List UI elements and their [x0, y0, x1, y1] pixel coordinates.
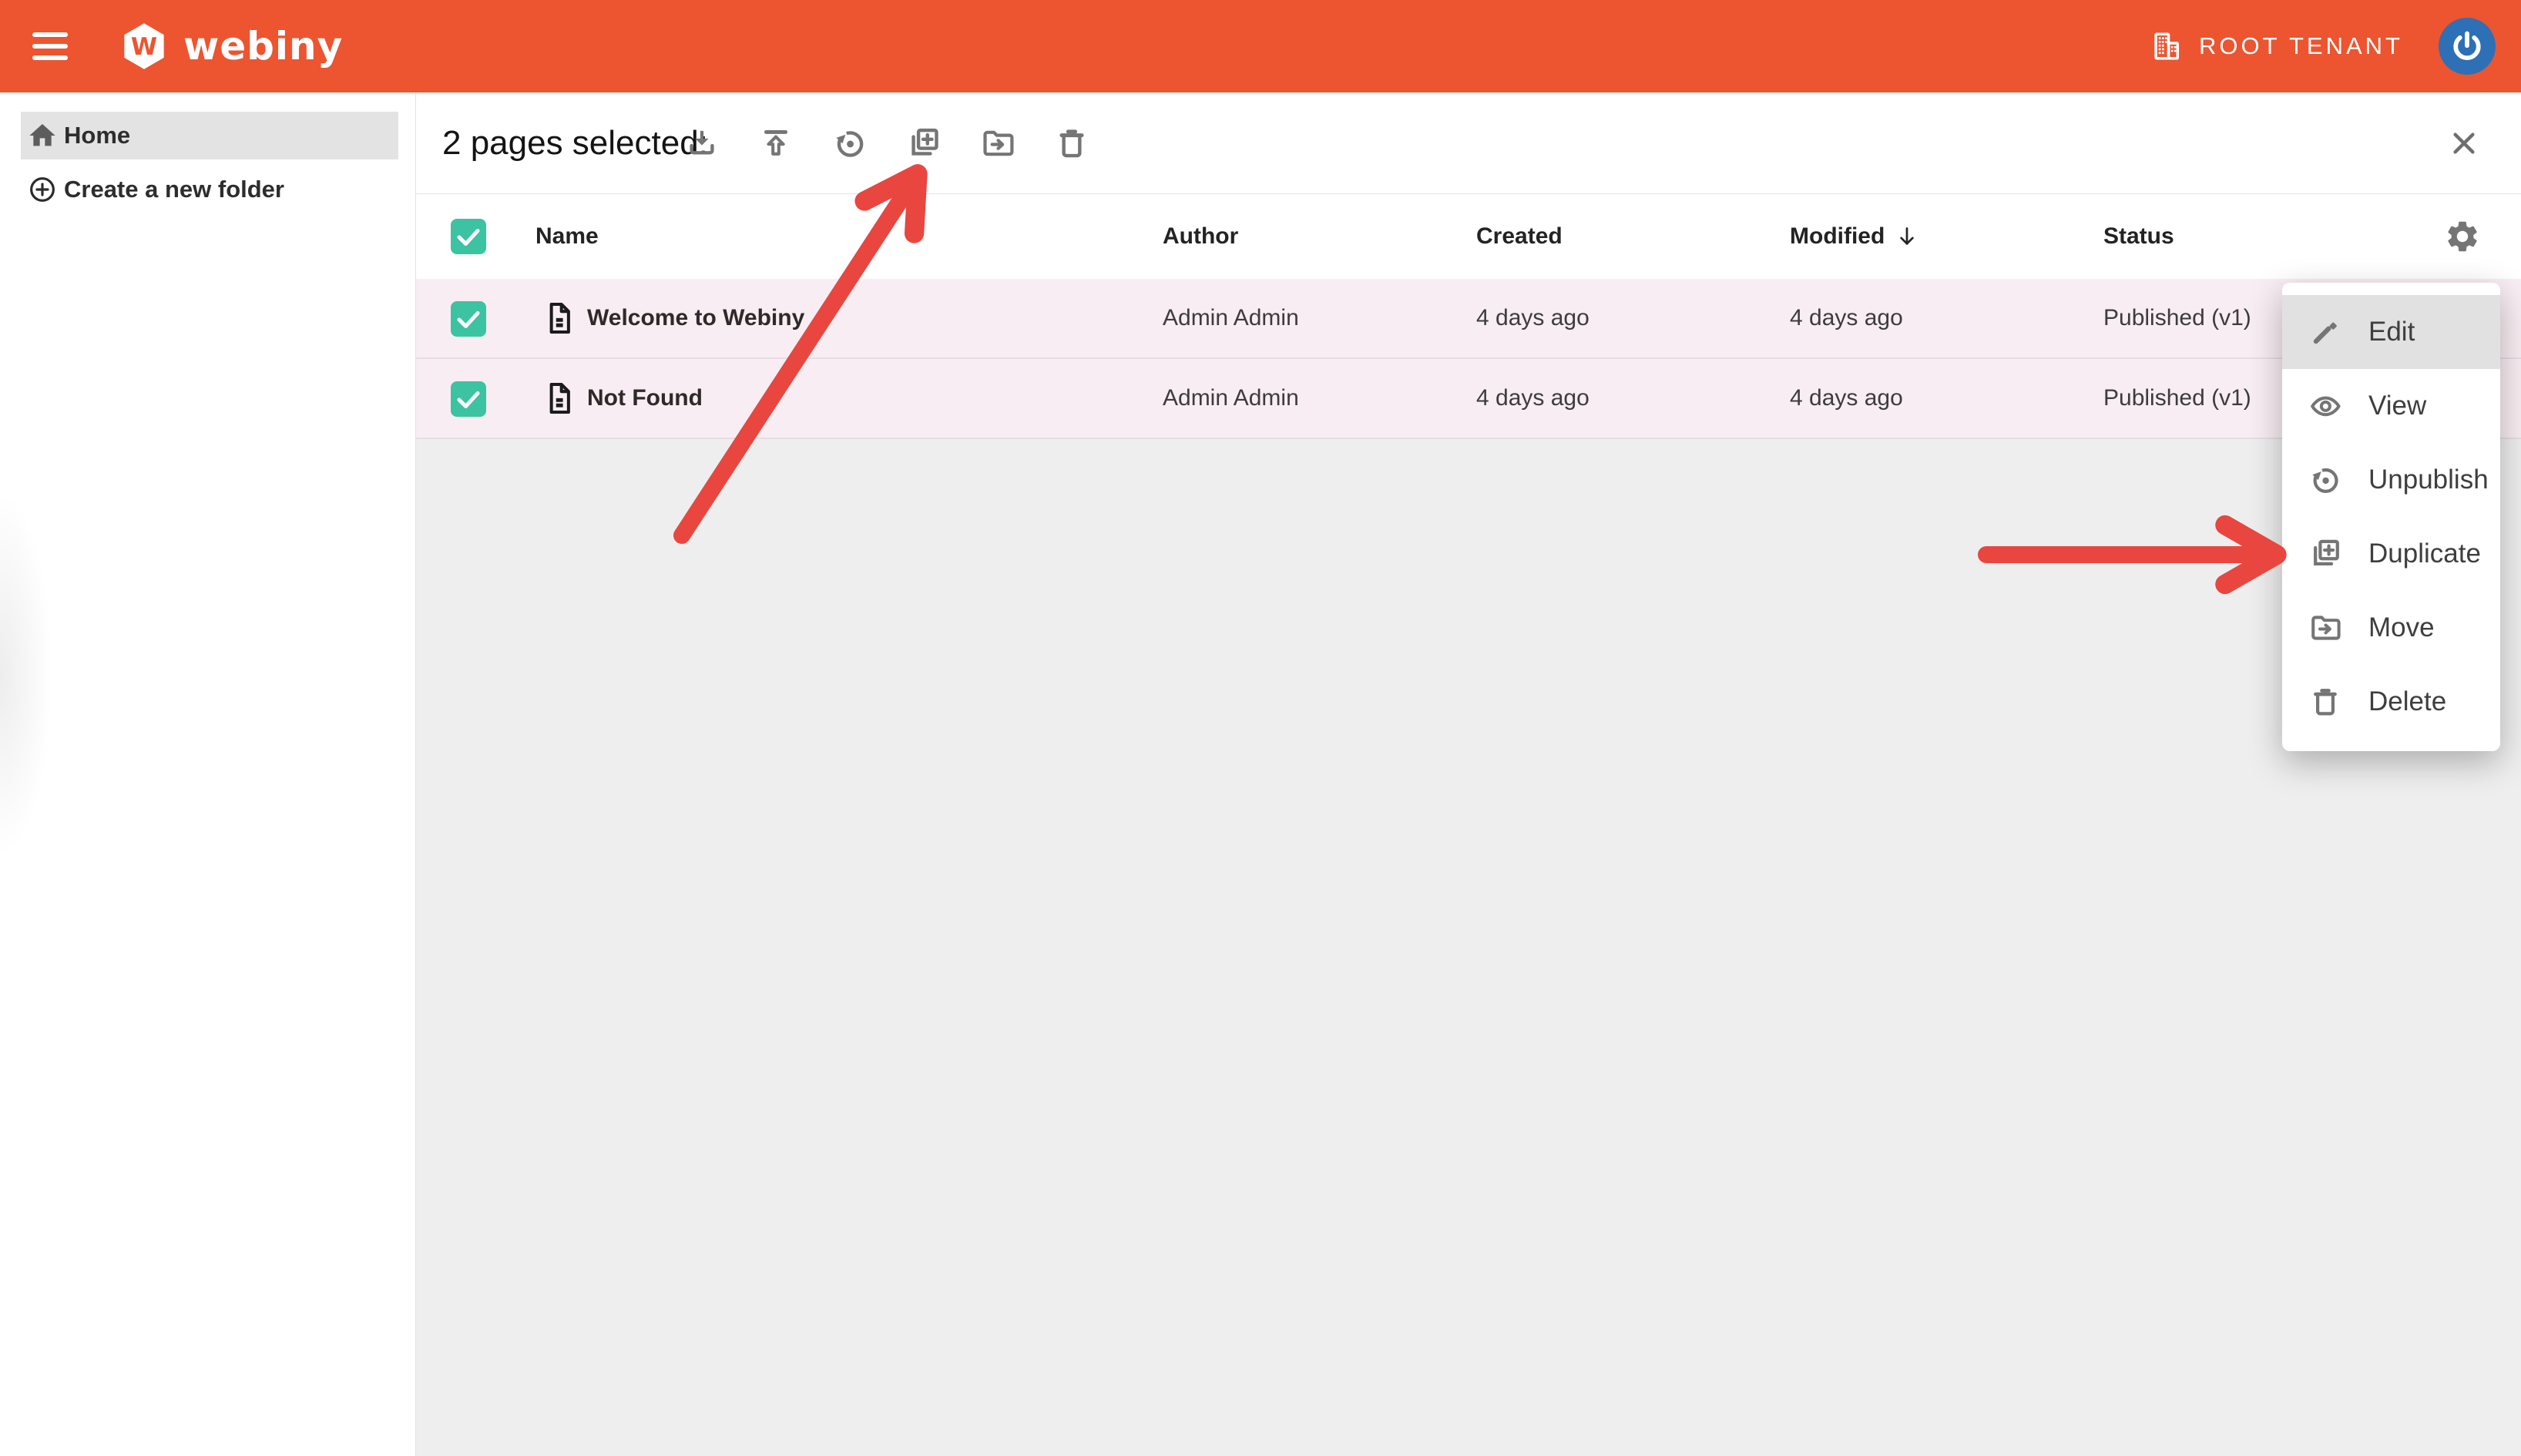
check-icon	[451, 381, 486, 417]
page-modified: 4 days ago	[1790, 279, 1903, 357]
select-all-checkbox[interactable]	[451, 219, 486, 254]
page-status: Published (v1)	[2103, 359, 2251, 438]
page-author: Admin Admin	[1163, 279, 1299, 357]
brand-name: webiny	[183, 24, 343, 69]
export-pages-button[interactable]	[684, 125, 721, 162]
folder-move-icon	[2308, 611, 2342, 645]
download-icon	[684, 126, 720, 161]
sidebar-item-label: Create a new folder	[64, 176, 284, 203]
page-icon	[542, 300, 577, 336]
webiny-hexagon-icon: W	[123, 19, 165, 73]
move-pages-button[interactable]	[980, 125, 1017, 162]
pencil-icon	[2308, 315, 2342, 349]
webiny-logo: W webiny	[123, 19, 343, 73]
page-icon	[542, 381, 577, 416]
restore-icon	[2308, 463, 2342, 497]
arrow-down-icon	[1894, 223, 1920, 250]
folder-move-icon	[980, 126, 1015, 161]
close-icon	[2447, 126, 2481, 160]
folders-sidebar: Home Create a new folder	[0, 92, 416, 1456]
check-icon	[451, 301, 486, 337]
eye-icon	[2308, 389, 2342, 423]
publish-pages-button[interactable]	[758, 125, 795, 162]
close-selection-button[interactable]	[2447, 126, 2481, 160]
page-created: 4 days ago	[1476, 359, 1589, 438]
drawer-shadow	[0, 431, 100, 971]
unpublish-pages-button[interactable]	[832, 125, 869, 162]
page-status: Published (v1)	[2103, 279, 2251, 357]
table-header: Name Author Created Modified Status	[416, 194, 2521, 279]
tenant-selector[interactable]: ROOT TENANT	[2150, 29, 2403, 63]
column-header-status[interactable]: Status	[2103, 194, 2174, 279]
tenant-label: ROOT TENANT	[2199, 32, 2403, 60]
check-icon	[451, 219, 486, 254]
selection-count-label: 2 pages selected:	[442, 92, 708, 193]
page-modified: 4 days ago	[1790, 359, 1903, 438]
duplicate-icon	[906, 126, 942, 161]
upload-icon	[758, 126, 794, 161]
restore-icon	[832, 126, 868, 161]
menu-item-edit[interactable]: Edit	[2282, 295, 2500, 369]
page-list-content: 2 pages selected:	[416, 92, 2521, 1456]
menu-item-delete[interactable]: Delete	[2282, 665, 2500, 739]
gear-icon	[2444, 218, 2481, 255]
page-author: Admin Admin	[1163, 359, 1299, 438]
row-checkbox[interactable]	[451, 381, 486, 417]
sidebar-item-label: Home	[64, 122, 130, 149]
table-row[interactable]: Welcome to Webiny Admin Admin 4 days ago…	[416, 279, 2521, 359]
delete-pages-button[interactable]	[1054, 125, 1091, 162]
column-header-author[interactable]: Author	[1163, 194, 1238, 279]
building-icon	[2150, 29, 2184, 63]
duplicate-pages-button[interactable]	[906, 125, 943, 162]
menu-item-unpublish[interactable]: Unpublish	[2282, 443, 2500, 517]
row-context-menu: Edit View Unpublish Duplicate Move	[2282, 283, 2500, 751]
hamburger-icon[interactable]	[32, 32, 68, 60]
table-settings-button[interactable]	[2444, 218, 2481, 255]
column-header-name[interactable]: Name	[535, 194, 599, 279]
home-icon	[27, 120, 58, 151]
sidebar-item-home[interactable]: Home	[21, 112, 398, 159]
menu-item-view[interactable]: View	[2282, 369, 2500, 443]
trash-icon	[1054, 126, 1089, 161]
page-title: Welcome to Webiny	[587, 279, 804, 357]
menu-item-duplicate[interactable]: Duplicate	[2282, 517, 2500, 591]
selection-toolbar: 2 pages selected:	[416, 92, 2521, 194]
page-title: Not Found	[587, 359, 703, 438]
column-header-created[interactable]: Created	[1476, 194, 1563, 279]
circle-plus-icon	[27, 174, 58, 205]
power-icon	[2449, 29, 2485, 64]
row-checkbox[interactable]	[451, 301, 486, 337]
duplicate-icon	[2308, 537, 2342, 571]
sidebar-item-create-folder[interactable]: Create a new folder	[21, 166, 398, 213]
page-created: 4 days ago	[1476, 279, 1589, 357]
svg-text:W: W	[131, 33, 157, 61]
top-app-bar: W webiny ROOT TENANT	[0, 0, 2521, 92]
table-row[interactable]: Not Found Admin Admin 4 days ago 4 days …	[416, 359, 2521, 439]
user-avatar[interactable]	[2439, 18, 2496, 75]
menu-item-move[interactable]: Move	[2282, 591, 2500, 665]
trash-icon	[2308, 685, 2342, 719]
column-header-modified[interactable]: Modified	[1790, 194, 1920, 279]
